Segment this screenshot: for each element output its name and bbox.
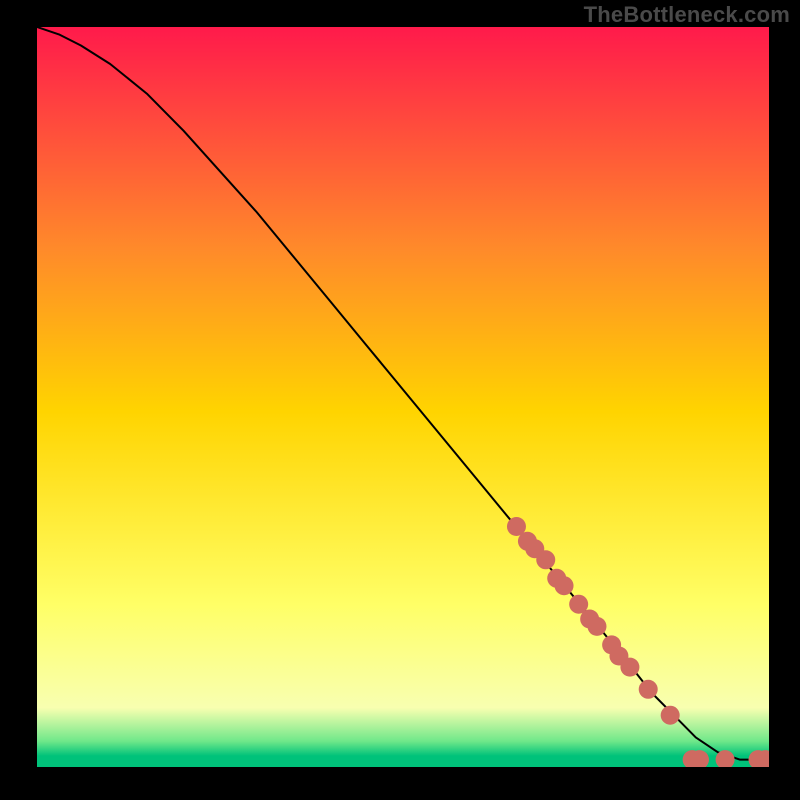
watermark-text: TheBottleneck.com: [584, 2, 790, 28]
data-marker: [639, 680, 658, 699]
data-marker: [587, 617, 606, 636]
gradient-background: [37, 27, 769, 767]
plot-area: [37, 27, 769, 767]
data-marker: [661, 706, 680, 725]
data-marker: [620, 658, 639, 677]
data-marker: [555, 576, 574, 595]
chart-frame: TheBottleneck.com: [0, 0, 800, 800]
data-marker: [536, 550, 555, 569]
chart-svg: [37, 27, 769, 767]
